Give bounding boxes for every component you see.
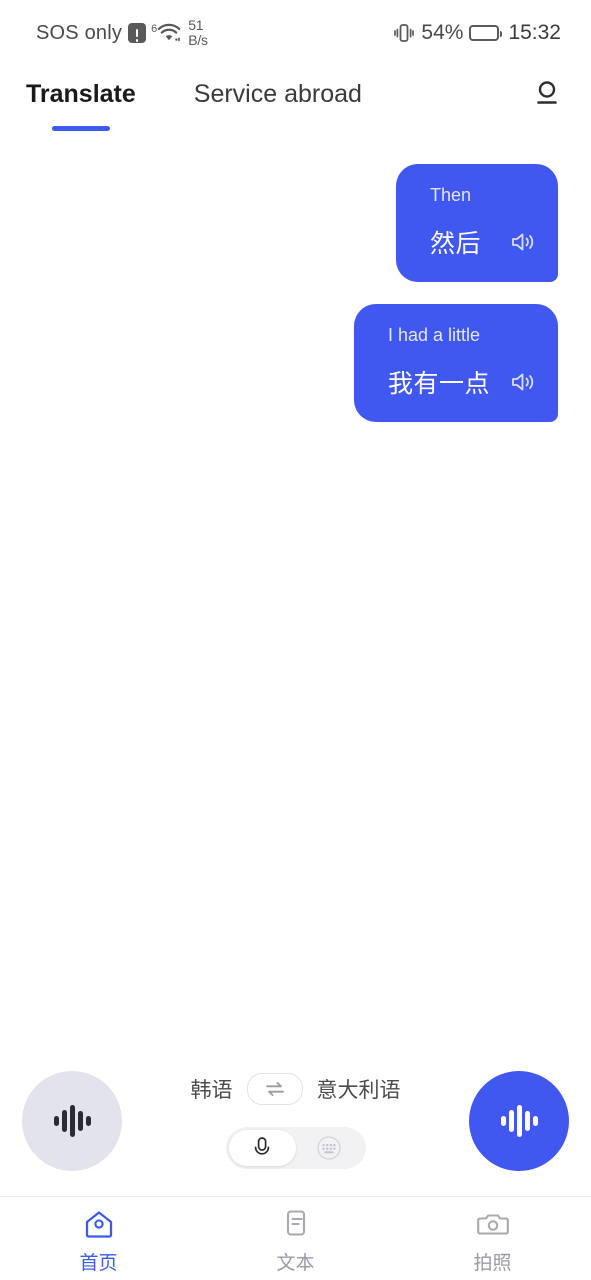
- tab-translate[interactable]: Translate: [18, 72, 144, 131]
- chat-bubble[interactable]: I had a little 我有一点: [354, 304, 558, 422]
- tab-service-abroad-label: Service abroad: [193, 80, 362, 108]
- top-tab-bar: Translate Service abroad: [0, 66, 591, 144]
- keyboard-mode-option[interactable]: [296, 1130, 363, 1166]
- network-speed-value: 51: [188, 17, 204, 33]
- battery-icon: [469, 25, 503, 41]
- network-speed-unit: B/s: [188, 32, 208, 48]
- input-mode-toggle: [225, 1127, 366, 1169]
- microphone-mode-option[interactable]: [228, 1130, 296, 1166]
- waveform-icon: [501, 1105, 538, 1137]
- bottom-navigation-bar: 首页 文本 拍照: [0, 1196, 591, 1280]
- language-selector-row: 韩语 意大利语: [191, 1073, 401, 1105]
- clock-label: 15:32: [508, 21, 561, 44]
- left-record-button[interactable]: [22, 1071, 122, 1171]
- wifi-icon: [157, 23, 181, 42]
- alert-icon: [128, 23, 147, 43]
- bubble-source-text: Then: [430, 185, 472, 205]
- tab-service-abroad[interactable]: Service abroad: [186, 72, 370, 109]
- bubble-translated-text: 然后: [430, 230, 482, 258]
- vibrate-icon: [394, 22, 415, 44]
- bubble-source-text: I had a little: [388, 325, 481, 345]
- target-language-button[interactable]: 意大利语: [317, 1074, 401, 1104]
- status-bar: SOS only 6 51 B/s 54% 15:32: [0, 0, 591, 66]
- microphone-icon: [254, 1137, 270, 1155]
- status-bar-left: SOS only 6 51 B/s: [36, 18, 208, 48]
- document-icon: [281, 1207, 311, 1241]
- nav-item-home-label: 首页: [79, 1252, 118, 1274]
- wifi-icon-group: 6: [151, 22, 181, 44]
- keyboard-icon: [317, 1136, 341, 1160]
- swap-languages-button[interactable]: [246, 1073, 303, 1105]
- home-icon: [83, 1207, 115, 1241]
- bubble-translated-text: 我有一点: [388, 370, 491, 398]
- voice-controls: 韩语 意大利语: [0, 1046, 591, 1196]
- tab-active-underline: [51, 126, 110, 131]
- person-icon: [537, 81, 557, 104]
- chat-bubble[interactable]: Then 然后: [396, 164, 558, 282]
- status-bar-right: 54% 15:32: [394, 21, 561, 45]
- network-speed: 51 B/s: [188, 18, 208, 48]
- conversation-list: Then 然后 I had a little 我有一点: [0, 144, 591, 1046]
- nav-item-text[interactable]: 文本: [197, 1203, 394, 1275]
- nav-item-camera[interactable]: 拍照: [394, 1203, 591, 1275]
- bubble-translation-row: 我有一点: [388, 364, 536, 400]
- camera-icon: [476, 1207, 510, 1241]
- profile-button[interactable]: [527, 72, 567, 116]
- app-screen: SOS only 6 51 B/s 54% 15:32 Translate Se…: [0, 0, 591, 1280]
- tab-translate-label: Translate: [26, 80, 136, 108]
- swap-arrows-icon: [265, 1082, 284, 1096]
- speaker-icon[interactable]: [510, 230, 536, 254]
- nav-item-text-label: 文本: [276, 1252, 315, 1274]
- nav-item-camera-label: 拍照: [473, 1252, 512, 1274]
- carrier-label: SOS only: [36, 21, 123, 44]
- waveform-icon: [54, 1105, 91, 1137]
- nav-item-home[interactable]: 首页: [0, 1203, 197, 1275]
- bubble-translation-row: 然后: [430, 224, 536, 260]
- source-language-button[interactable]: 韩语: [191, 1074, 233, 1104]
- battery-percent-label: 54%: [421, 21, 464, 44]
- speaker-icon[interactable]: [510, 370, 536, 394]
- language-controls: 韩语 意大利语: [122, 1073, 469, 1169]
- right-record-button[interactable]: [469, 1071, 569, 1171]
